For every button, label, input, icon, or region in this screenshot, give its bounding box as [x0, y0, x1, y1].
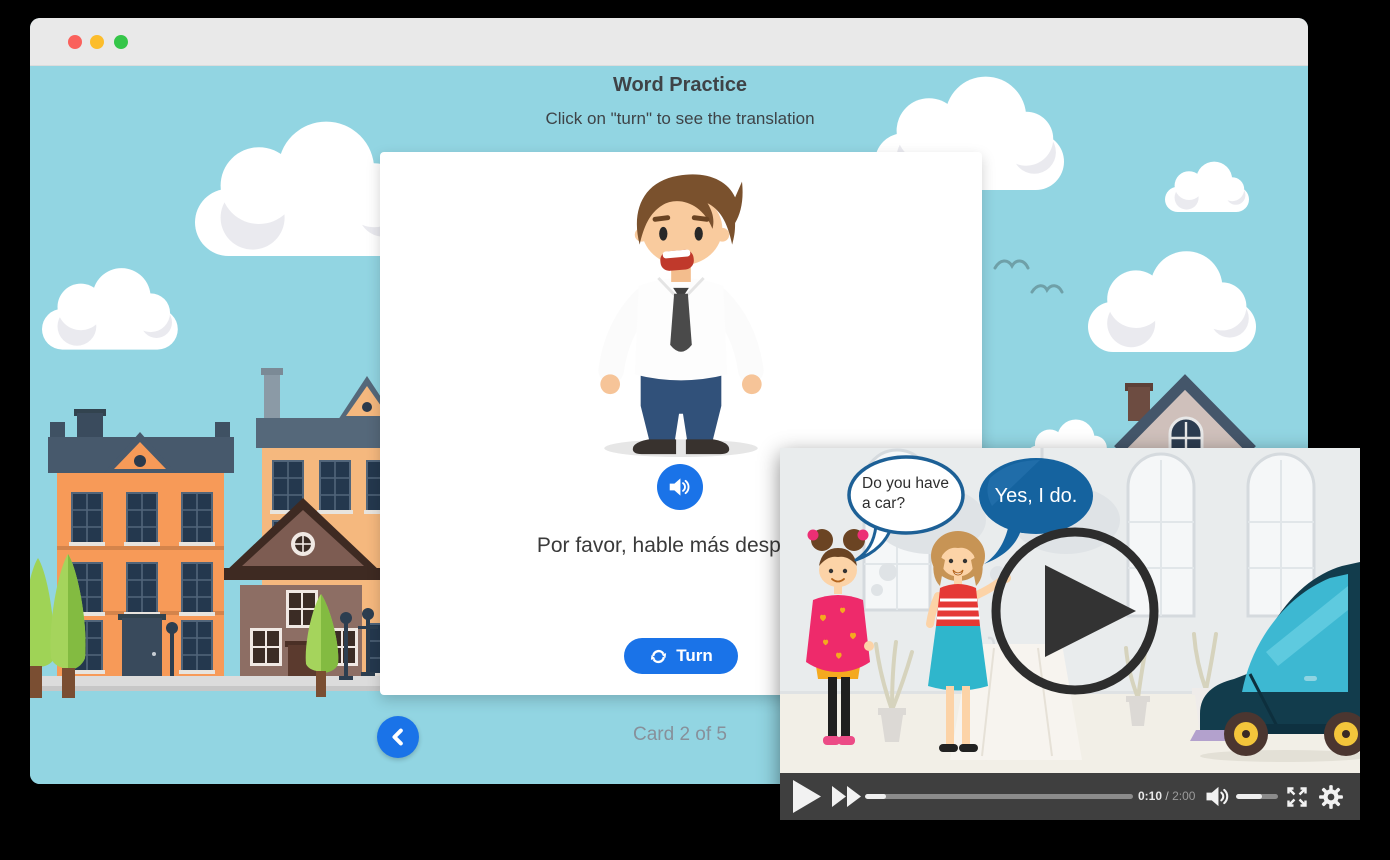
minimize-window-button[interactable] — [90, 35, 104, 49]
current-time: 0:10 — [1138, 789, 1162, 803]
time-separator: / — [1165, 789, 1168, 803]
previous-card-button[interactable] — [377, 716, 419, 758]
settings-button[interactable] — [1318, 784, 1344, 810]
card-counter: Card 2 of 5 — [555, 724, 805, 746]
turn-button-label: Turn — [676, 646, 713, 666]
fullscreen-button[interactable] — [1285, 785, 1309, 809]
chevron-left-icon — [383, 722, 413, 752]
speech-bubble-answer: Yes, I do. — [980, 485, 1092, 508]
audio-button[interactable] — [657, 464, 703, 510]
screenshot-stage: Word Practice Click on "turn" to see the… — [0, 0, 1390, 860]
volume-button[interactable] — [1204, 785, 1232, 808]
progress-bar[interactable] — [865, 794, 1133, 799]
volume-slider[interactable] — [1236, 794, 1278, 799]
question-line1: Do you have — [862, 474, 958, 494]
play-button[interactable] — [793, 780, 821, 813]
speech-bubble-question: Do you have a car? — [862, 474, 958, 514]
duration: 2:00 — [1172, 789, 1195, 803]
businessman-illustration — [586, 160, 776, 460]
play-ring-icon — [987, 523, 1163, 699]
time-display: 0:10 / 2:00 — [1138, 789, 1208, 803]
fast-forward-button[interactable] — [832, 786, 862, 807]
speaker-icon — [668, 476, 692, 498]
question-line2: a car? — [862, 494, 958, 514]
refresh-icon — [649, 647, 668, 666]
video-control-bar: 0:10 / 2:00 — [780, 773, 1360, 820]
video-play-overlay-button[interactable] — [987, 523, 1163, 699]
close-window-button[interactable] — [68, 35, 82, 49]
turn-button[interactable]: Turn — [624, 638, 738, 674]
video-player: Do you have a car? Yes, I do. 0:1 — [780, 448, 1360, 820]
page-title: Word Practice — [430, 74, 930, 97]
window-titlebar — [30, 18, 1308, 66]
progress-fill — [865, 794, 886, 799]
volume-fill — [1236, 794, 1262, 799]
expand-window-button[interactable] — [114, 35, 128, 49]
page-subtitle: Click on "turn" to see the translation — [430, 109, 930, 129]
